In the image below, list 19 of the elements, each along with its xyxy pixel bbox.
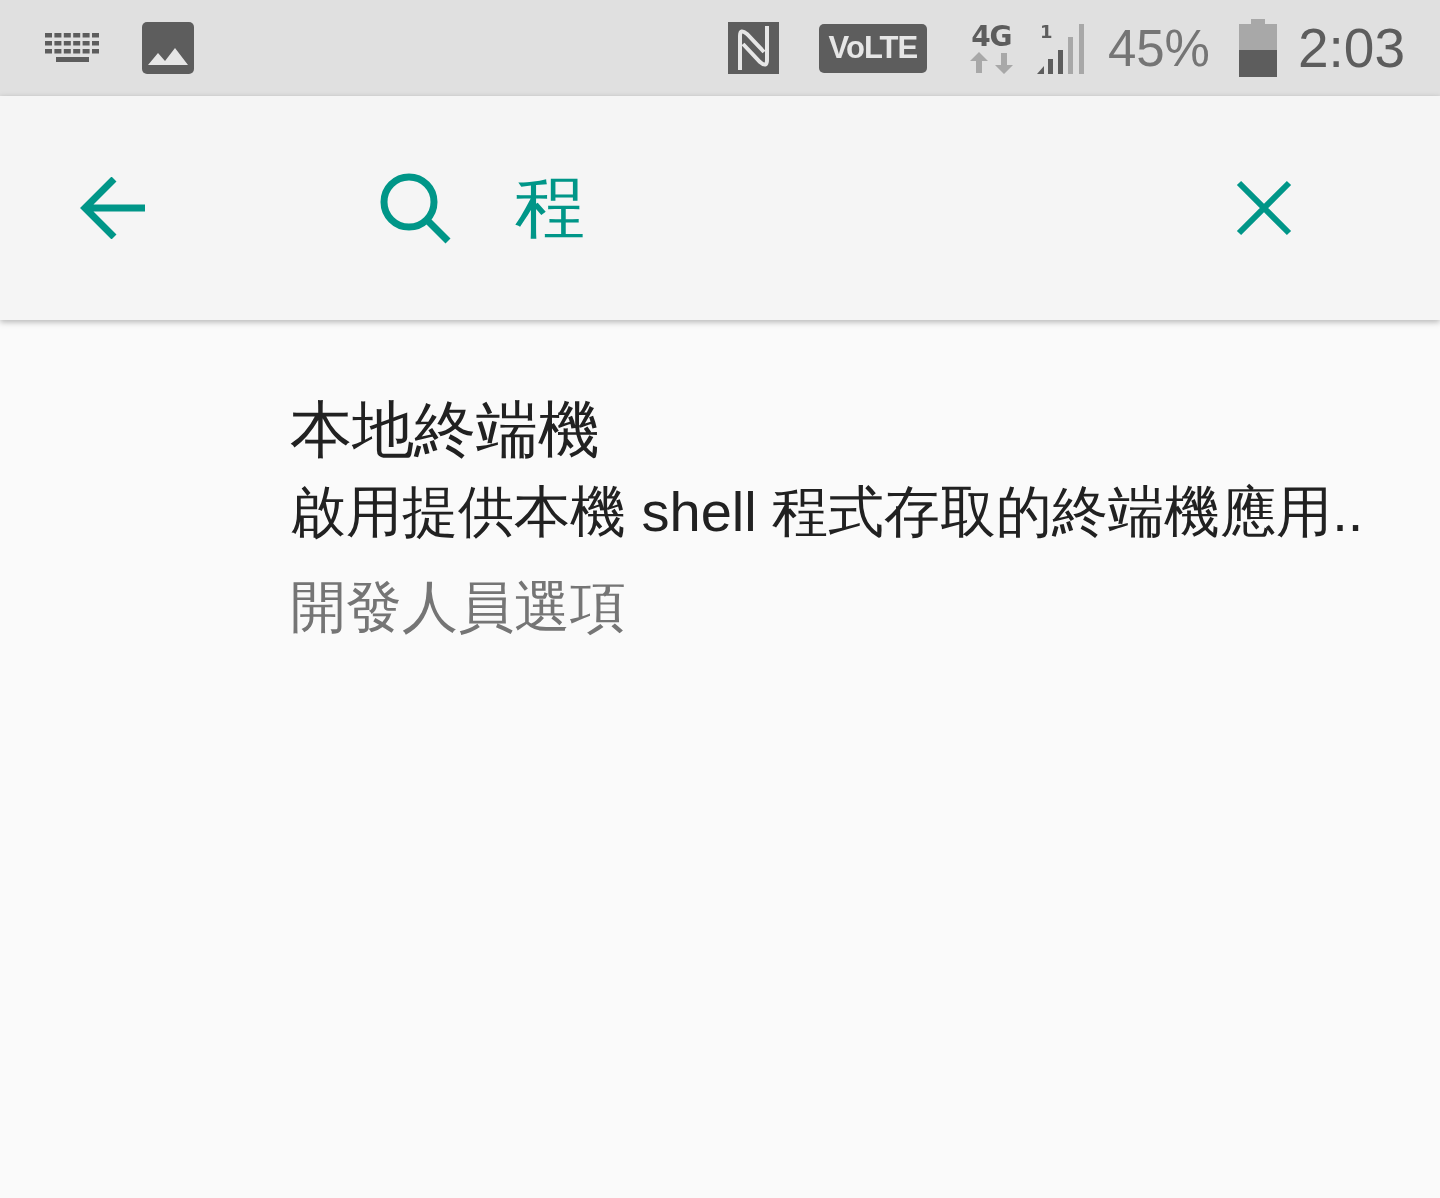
result-category: 開發人員選項	[290, 574, 626, 640]
result-summary: 啟用提供本機 shell 程式存取的終端機應用..	[290, 479, 1364, 545]
clear-button[interactable]	[1236, 180, 1292, 236]
volte-badge: VoLTE	[818, 23, 927, 73]
battery-percent: 45%	[1107, 22, 1210, 74]
image-icon	[142, 22, 194, 74]
result-title[interactable]: 本地終端機	[290, 392, 600, 468]
clock-time: 2:03	[1297, 20, 1405, 76]
data-arrows-icon	[968, 52, 1014, 74]
sim-slot-label: 1	[1039, 22, 1053, 41]
network-type-label: 4G	[971, 22, 1012, 52]
close-icon	[1236, 180, 1292, 236]
search-icon	[380, 172, 451, 244]
keyboard-icon	[45, 33, 100, 63]
nfc-icon	[727, 22, 779, 74]
battery-icon	[1238, 19, 1277, 77]
signal-icon	[1036, 22, 1086, 74]
back-arrow-icon	[80, 177, 145, 239]
back-button[interactable]	[80, 177, 145, 239]
